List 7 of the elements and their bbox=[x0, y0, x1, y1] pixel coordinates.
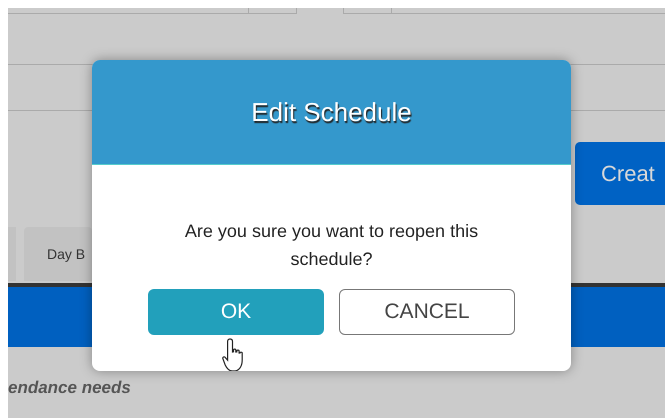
tab[interactable]: Day B bbox=[24, 227, 92, 281]
tab[interactable] bbox=[8, 227, 16, 281]
cancel-button[interactable]: CANCEL bbox=[339, 289, 515, 335]
dialog-message: Are you sure you want to reopen this schedule? bbox=[184, 220, 480, 271]
dialog-title: Edit Schedule bbox=[251, 96, 412, 128]
create-button[interactable]: Creat bbox=[575, 142, 665, 205]
section-heading: endance needs bbox=[8, 378, 132, 398]
